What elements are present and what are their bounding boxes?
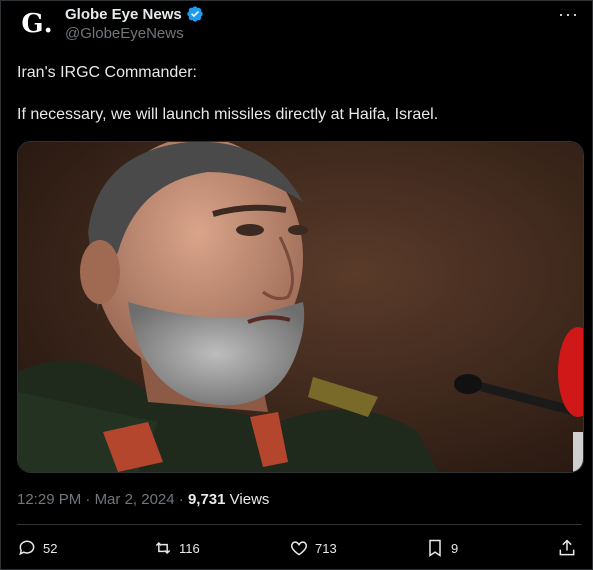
reply-icon (19, 540, 35, 556)
avatar-dot: . (43, 9, 53, 39)
bookmark-count: 9 (451, 540, 459, 556)
tweet-meta: 12:29 PM · Mar 2, 2024 · 9,731 Views (17, 491, 269, 508)
avatar-letter: G (21, 9, 44, 39)
repost-count: 116 (179, 540, 200, 556)
share-icon (559, 539, 575, 556)
tweet-time[interactable]: 12:29 PM (17, 491, 81, 508)
meta-separator: · (81, 491, 95, 508)
like-icon (290, 541, 308, 556)
verified-badge-icon (187, 6, 203, 22)
like-button[interactable]: 713 (289, 538, 337, 558)
author-name[interactable]: Globe Eye News (65, 6, 182, 23)
bookmark-button[interactable]: 9 (425, 538, 458, 558)
author-name-row[interactable]: Globe Eye News (65, 5, 204, 23)
meta-separator: · (174, 491, 188, 508)
photo-image (18, 142, 583, 472)
tweet-line-1: Iran's IRGC Commander: (17, 64, 197, 81)
like-count: 713 (315, 540, 337, 556)
views-count: 9,731 (187, 491, 226, 508)
tweet-photo[interactable] (17, 141, 584, 473)
author-handle[interactable]: @GlobeEyeNews (65, 25, 184, 42)
tweet-line-2: If necessary, we will launch missiles di… (17, 106, 439, 123)
reply-button[interactable]: 52 (17, 538, 57, 558)
share-button[interactable] (557, 538, 577, 558)
repost-icon (155, 541, 171, 555)
avatar[interactable]: G. (17, 4, 57, 44)
bookmark-icon (429, 539, 441, 557)
tweet-date[interactable]: Mar 2, 2024 (95, 491, 175, 508)
views-label: Views (225, 491, 270, 508)
reply-count: 52 (43, 540, 58, 556)
divider (17, 524, 582, 525)
more-icon[interactable]: ··· (558, 4, 579, 25)
repost-button[interactable]: 116 (153, 538, 200, 558)
tweet-text: Iran's IRGC Commander: If necessary, we … (17, 62, 577, 146)
action-bar: 52 116 713 9 (17, 538, 582, 562)
